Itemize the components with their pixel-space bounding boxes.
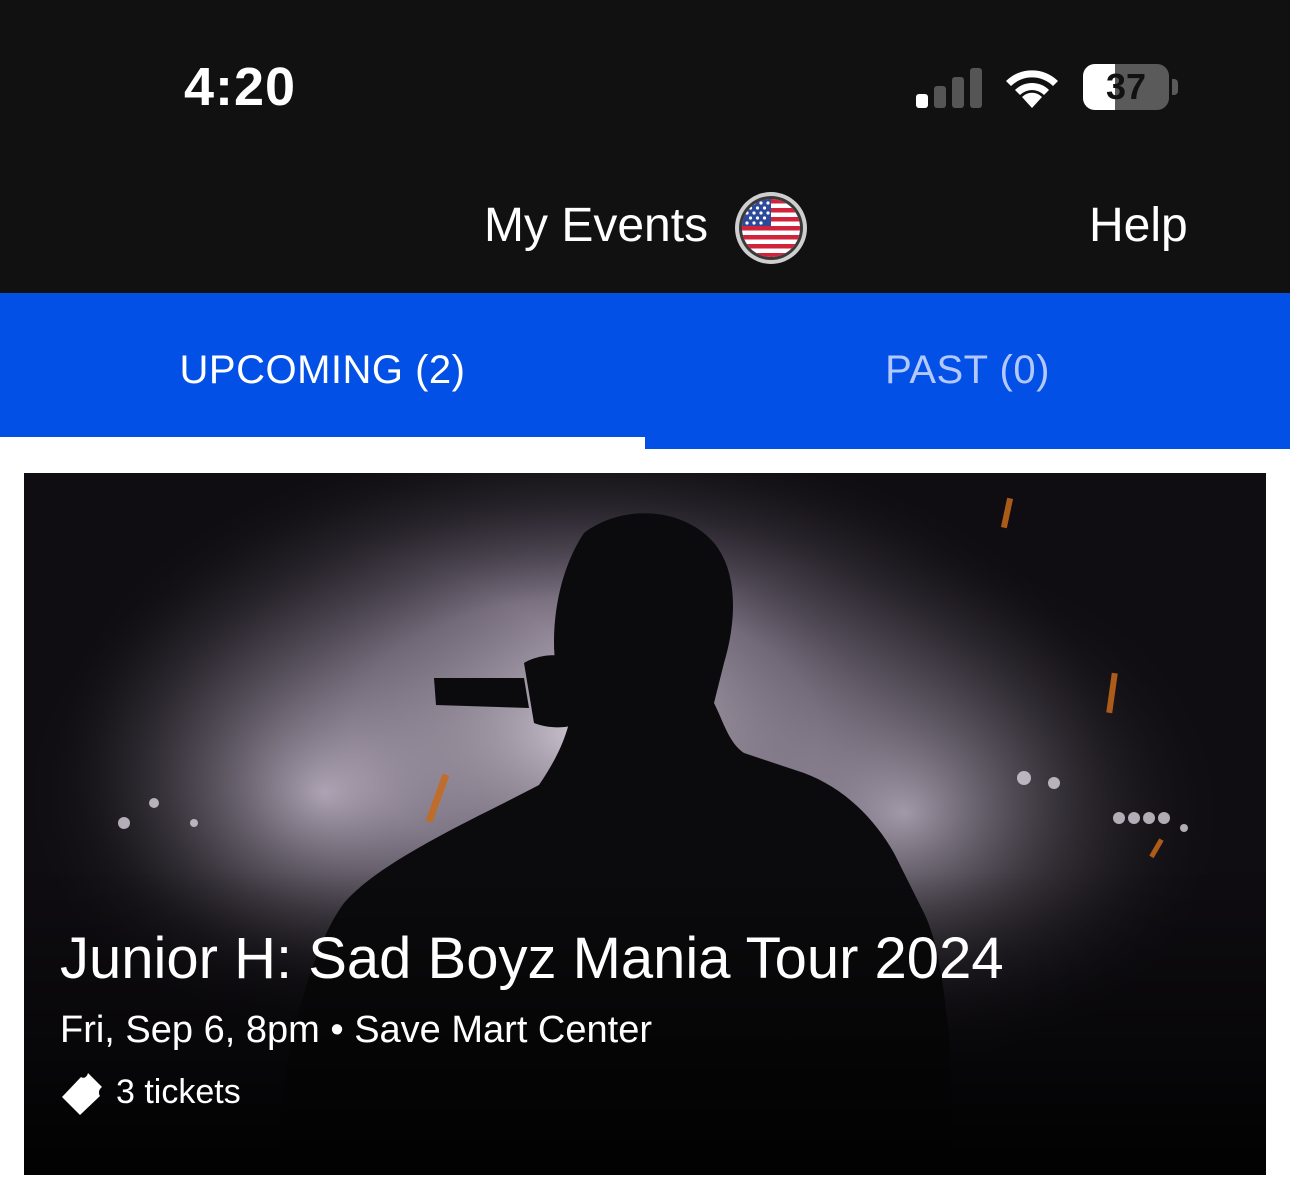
event-date: Fri, Sep 6, 8pm: [60, 1009, 320, 1051]
app-screen: 4:20 37 My Events Help UPCOMING (2) PAST…: [0, 0, 1290, 1199]
tab-past[interactable]: PAST (0): [645, 293, 1290, 449]
event-info: Junior H: Sad Boyz Mania Tour 2024 Fri, …: [60, 925, 1240, 1175]
ticket-icon: [62, 1073, 102, 1115]
page-title: My Events: [484, 199, 709, 252]
ticket-count: 3 tickets: [116, 1073, 241, 1111]
event-meta: Fri, Sep 6, 8pm • Save Mart Center: [60, 1009, 652, 1052]
event-card[interactable]: Junior H: Sad Boyz Mania Tour 2024 Fri, …: [24, 473, 1266, 1175]
tab-upcoming[interactable]: UPCOMING (2): [0, 293, 645, 449]
status-time: 4:20: [184, 57, 297, 117]
help-link[interactable]: Help: [1089, 198, 1188, 253]
status-bar: 4:20 37: [0, 0, 1290, 160]
battery-icon: 37: [1083, 64, 1169, 110]
wifi-icon: [1006, 70, 1058, 108]
meta-separator: •: [330, 1009, 344, 1051]
event-tabs: UPCOMING (2) PAST (0): [0, 293, 1290, 449]
battery-level: 37: [1105, 66, 1147, 107]
battery-cap: [1172, 79, 1178, 95]
us-flag-icon: [739, 196, 803, 260]
event-venue: Save Mart Center: [354, 1009, 652, 1051]
region-selector-button[interactable]: [735, 192, 807, 264]
signal-icon: [916, 68, 982, 108]
app-header: My Events Help: [0, 160, 1290, 293]
event-title: Junior H: Sad Boyz Mania Tour 2024: [60, 926, 1004, 991]
active-tab-indicator: [0, 437, 645, 449]
